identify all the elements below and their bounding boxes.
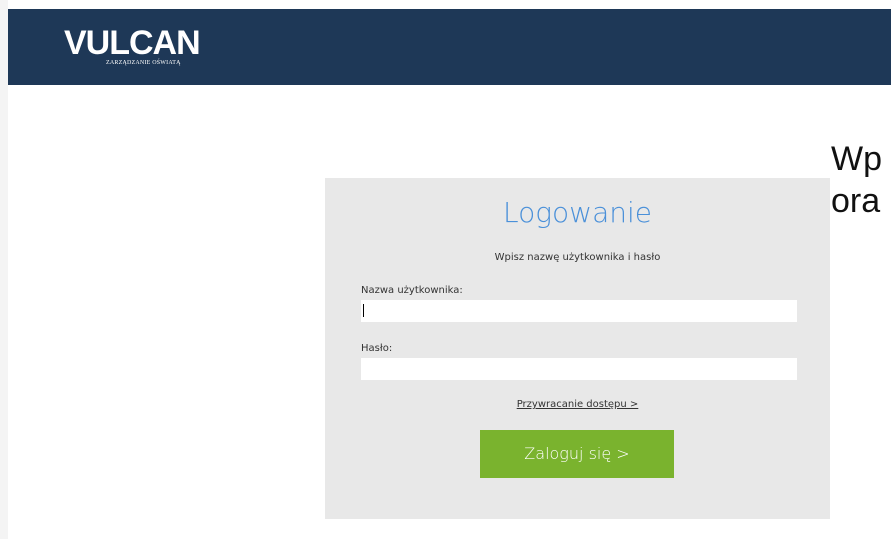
- side-info-line-2: ora: [831, 182, 881, 220]
- login-submit-button[interactable]: Zaloguj się >: [480, 430, 674, 478]
- logo-tagline: ZARZĄDZANIE OŚWIATĄ: [106, 60, 181, 66]
- username-input[interactable]: [361, 300, 797, 322]
- login-title: Logowanie: [503, 196, 652, 229]
- recover-access-link-wrapper: Przywracanie dostępu >: [325, 399, 830, 411]
- username-label: Nazwa użytkownika:: [361, 285, 463, 296]
- password-input[interactable]: [361, 358, 797, 380]
- logo-wordmark: VULCAN: [64, 24, 201, 62]
- side-info-text: Wp ora: [831, 138, 882, 222]
- top-header-bar: VULCAN ZARZĄDZANIE OŚWIATĄ: [8, 9, 891, 85]
- password-label: Hasło:: [361, 343, 393, 354]
- login-subtitle: Wpisz nazwę użytkownika i hasło: [494, 252, 661, 263]
- side-info-line-1: Wp: [831, 140, 882, 178]
- vulcan-logo[interactable]: VULCAN ZARZĄDZANIE OŚWIATĄ: [64, 25, 204, 71]
- text-caret: [363, 304, 364, 317]
- recover-access-link[interactable]: Przywracanie dostępu >: [517, 399, 639, 410]
- login-panel: Logowanie Wpisz nazwę użytkownika i hasł…: [325, 178, 830, 519]
- left-margin-strip: [0, 0, 8, 539]
